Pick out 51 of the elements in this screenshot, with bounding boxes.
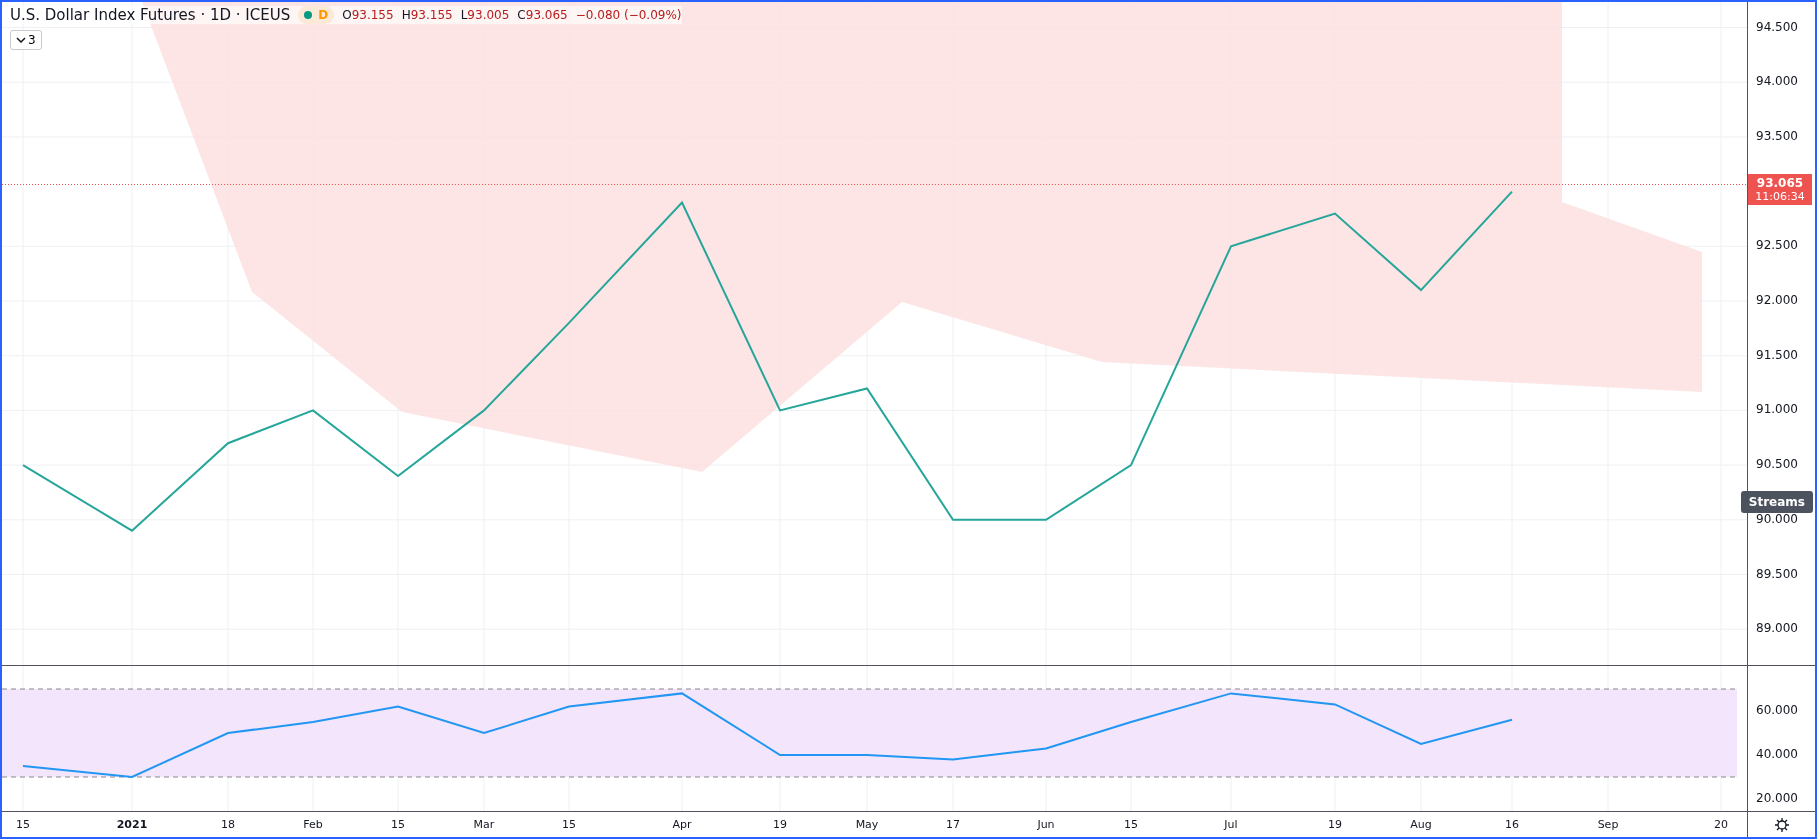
- symbol-title: U.S. Dollar Index Futures · 1D · ICEUS: [10, 6, 291, 24]
- ohlc-label: C: [517, 8, 526, 22]
- axis-label: 89.000: [1756, 621, 1798, 636]
- streams-tooltip: Streams: [1740, 491, 1813, 514]
- axis-label: Sep: [1597, 818, 1619, 831]
- axis-label: Aug: [1410, 818, 1432, 831]
- ohlc-value: 93.155: [410, 8, 453, 22]
- settings-icon: [1773, 816, 1790, 833]
- ohlc-value: 93.155: [351, 8, 394, 22]
- axis-label: 92.000: [1756, 293, 1798, 307]
- axis-label: 40.000: [1756, 747, 1798, 761]
- market-open-dot: [304, 11, 313, 19]
- axis-label: 19: [773, 818, 787, 831]
- axis-label: 60.000: [1756, 703, 1798, 717]
- axis-label: 18: [221, 818, 235, 831]
- price-change: −0.080 (−0.09%): [575, 8, 682, 22]
- axis-label: 20: [1714, 818, 1728, 831]
- axis-label: Mar: [473, 818, 495, 831]
- axis-label: 91.500: [1756, 347, 1798, 362]
- axis-label: 15: [16, 818, 30, 831]
- axis-label: Jun: [1037, 818, 1055, 831]
- axis-label: Feb: [303, 818, 323, 831]
- axis-label: 89.500: [1756, 566, 1798, 581]
- axis-label: 16: [1505, 818, 1519, 831]
- axis-label: 20.000: [1756, 791, 1798, 805]
- axis-label: 15: [562, 818, 576, 831]
- axis-label: 92.500: [1756, 238, 1798, 253]
- axis-label: 2021: [116, 818, 148, 831]
- ohlc-label: L: [460, 8, 468, 22]
- axis-label: 93.500: [1756, 128, 1798, 143]
- ohlc-label: O: [342, 8, 352, 22]
- axis-label: 90.500: [1756, 457, 1798, 472]
- ohlc-value: 93.005: [467, 8, 510, 22]
- axis-label: Apr: [672, 818, 692, 831]
- ohlc-label: H: [401, 8, 411, 22]
- axis-label: 19: [1328, 818, 1342, 831]
- axis-label: 17: [946, 818, 960, 831]
- axis-label: 94.500: [1756, 19, 1798, 34]
- last-price: 93.065: [1756, 176, 1804, 191]
- axis-label: 91.000: [1756, 402, 1798, 417]
- axis-label: May: [855, 818, 879, 831]
- axis-label: 15: [391, 818, 405, 831]
- chevron-down-icon: [16, 37, 26, 43]
- axis-label: 15: [1124, 818, 1138, 831]
- countdown: 11:06:34: [1755, 190, 1805, 204]
- axis-label: Jul: [1224, 818, 1238, 831]
- ohlc-value: 93.065: [525, 8, 568, 22]
- axis-label: 94.000: [1756, 74, 1798, 89]
- delayed-label: D: [318, 8, 329, 22]
- axis-label: 90.000: [1756, 511, 1798, 526]
- indicators-toggle[interactable]: 3: [10, 30, 42, 50]
